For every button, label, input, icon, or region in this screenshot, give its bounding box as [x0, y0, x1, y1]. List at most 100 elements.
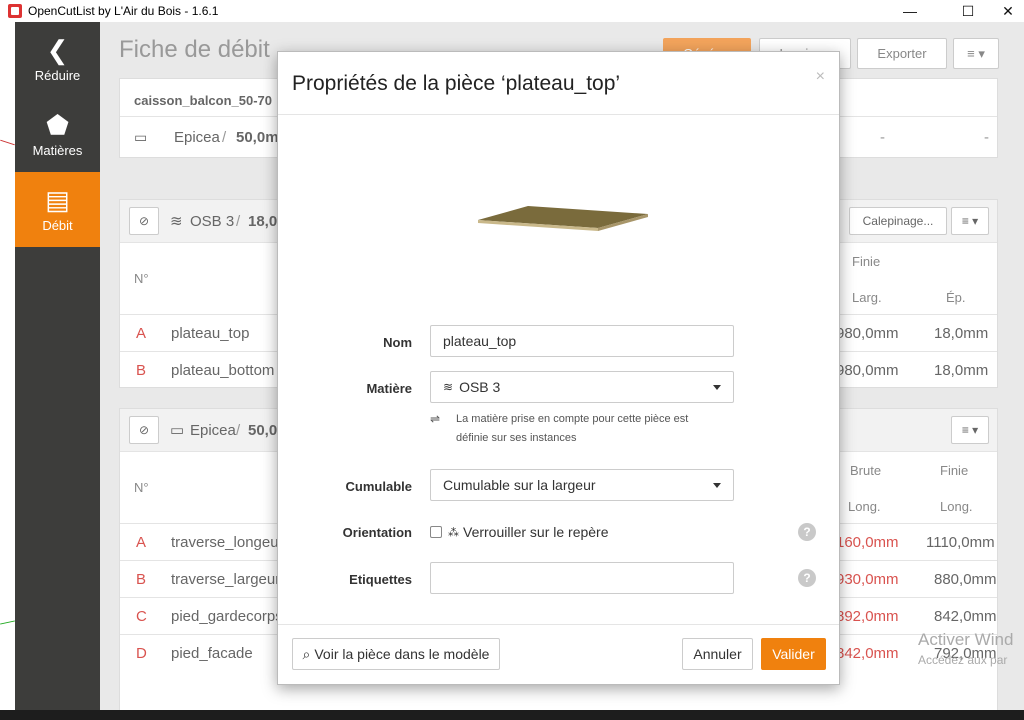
col-brute: Brute — [850, 462, 882, 478]
col-long: Long. — [848, 498, 881, 514]
col-num: N° — [134, 271, 149, 286]
col-finie: Finie — [940, 462, 969, 478]
sidebar-item-label: Matières — [32, 143, 83, 158]
sketchup-canvas[interactable] — [0, 22, 15, 712]
col-finie: Finie — [852, 253, 881, 269]
plank-icon: ▭ — [134, 129, 148, 145]
part-dim: 892,0mm — [836, 607, 899, 625]
col-larg: Larg. — [852, 289, 882, 305]
help-icon[interactable]: ? — [798, 523, 816, 541]
sidebar-item-label: Réduire — [34, 68, 81, 83]
part-name: plateau_top — [171, 324, 250, 342]
name-label: Nom — [383, 335, 412, 350]
axis-line-green — [0, 620, 15, 625]
cumulable-select-value: Cumulable sur la largeur — [443, 477, 596, 493]
layers-icon: ≋ — [443, 380, 454, 394]
part-letter: C — [136, 607, 147, 625]
part-3d-preview — [478, 206, 648, 231]
part-letter: A — [136, 324, 147, 342]
part-name: traverse_longeur — [171, 533, 284, 551]
lock-axes-label: Verrouiller sur le repère — [463, 524, 609, 540]
export-button[interactable]: Exporter — [857, 38, 947, 69]
minimize-button[interactable]: — — [887, 0, 933, 22]
summary-thickness: 50,0m — [236, 129, 279, 146]
part-dim: 18,0mm — [934, 324, 989, 342]
part-dim: 842,0mm — [934, 607, 997, 625]
material-select-value: OSB 3 — [459, 379, 501, 395]
part-dim: 930,0mm — [836, 570, 899, 588]
part-name: traverse_largeur — [171, 570, 281, 588]
material-help: ⇌ La matière prise en compte pour cette … — [430, 410, 720, 448]
chevron-down-icon — [713, 385, 721, 390]
main-menu-button[interactable]: ≡ ▾ — [953, 38, 999, 69]
part-letter: B — [136, 570, 147, 588]
hide-group-icon[interactable]: ⊘ — [129, 416, 159, 444]
part-dim: 842,0mm — [836, 644, 899, 662]
group-menu-button[interactable]: ≡ ▾ — [951, 416, 989, 444]
sidebar-item-label: Débit — [42, 218, 73, 233]
lock-axes-checkbox[interactable] — [430, 526, 442, 538]
material-label: Matière — [366, 381, 412, 396]
col-num: N° — [134, 480, 149, 495]
part-dim: 980,0mm — [836, 361, 899, 379]
part-letter: B — [136, 361, 147, 379]
window-titlebar: OpenCutList by L'Air du Bois - 1.6.1 — ☐… — [0, 0, 1024, 22]
axis-line-red — [0, 139, 15, 146]
hide-group-icon[interactable]: ⊘ — [129, 207, 159, 235]
material-select[interactable]: ≋ OSB 3 — [430, 371, 734, 403]
sidebar-item-reduce[interactable]: ❮ Réduire — [15, 22, 100, 97]
layers-icon: ≋ — [170, 213, 183, 230]
group-material: OSB 3 — [190, 212, 235, 230]
cancel-button[interactable]: Annuler — [682, 638, 753, 670]
close-icon[interactable]: × — [816, 68, 825, 86]
windows-activation-watermark: Activer Wind Accédez aux par — [918, 630, 1014, 667]
cumulable-label: Cumulable — [345, 479, 412, 494]
validate-button[interactable]: Valider — [761, 638, 826, 670]
dialog-title: Propriétés de la pièce ‘plateau_top’ — [292, 72, 621, 95]
model-name: caisson_balcon_50-70 — [134, 93, 273, 108]
name-input[interactable]: plateau_top — [430, 325, 734, 357]
group-thickness: 50,0 — [248, 421, 278, 439]
close-window-button[interactable]: ✕ — [985, 0, 1024, 22]
material-icon: ⬟ — [46, 110, 69, 140]
material-help-text: La matière prise en compte pour cette pi… — [456, 413, 689, 444]
axes-icon: ⁂ — [448, 526, 459, 539]
layout-button[interactable]: Calepinage... — [849, 207, 947, 235]
chevron-left-icon: ❮ — [46, 35, 69, 65]
window-title: OpenCutList by L'Air du Bois - 1.6.1 — [28, 4, 219, 18]
orientation-label: Orientation — [342, 525, 412, 540]
col-ep: Ép. — [946, 289, 966, 305]
info-icon: ⇌ — [430, 412, 441, 426]
chevron-down-icon — [713, 483, 721, 488]
cutlist-icon: ▤ — [45, 185, 70, 215]
divider — [278, 624, 839, 625]
summary-dash: - — [880, 129, 885, 146]
sidebar: ❮ Réduire ⬟ Matières ▤ Débit — [15, 22, 100, 712]
part-name: plateau_bottom — [171, 361, 275, 379]
help-icon[interactable]: ? — [798, 569, 816, 587]
sidebar-item-materials[interactable]: ⬟ Matières — [15, 97, 100, 172]
sidebar-item-cutlist[interactable]: ▤ Débit — [15, 172, 100, 247]
cumulable-select[interactable]: Cumulable sur la largeur — [430, 469, 734, 501]
summary-material: Epicea — [174, 129, 220, 146]
labels-input[interactable] — [430, 562, 734, 594]
part-dim: 880,0mm — [934, 570, 997, 588]
divider — [278, 114, 839, 115]
sketchup-app-icon — [8, 4, 22, 18]
windows-taskbar — [0, 710, 1024, 720]
part-dim: 18,0mm — [934, 361, 989, 379]
group-menu-button[interactable]: ≡ ▾ — [951, 207, 989, 235]
part-dim: 1110,0mm — [926, 533, 995, 551]
orientation-lock: ⁂ Verrouiller sur le repère — [430, 524, 609, 540]
part-letter: D — [136, 644, 147, 662]
search-icon: ⌕ — [302, 645, 311, 662]
labels-label: Etiquettes — [349, 572, 412, 587]
plank-icon: ▭ — [170, 422, 185, 439]
view-in-model-button[interactable]: ⌕ Voir la pièce dans le modèle — [292, 638, 500, 670]
part-dim: 980,0mm — [836, 324, 899, 342]
part-name: pied_facade — [171, 644, 253, 662]
part-dim: 160,0mm — [836, 533, 899, 551]
col-long: Long. — [940, 498, 973, 514]
summary-dash: - — [984, 129, 989, 146]
part-properties-dialog: Propriétés de la pièce ‘plateau_top’ × N… — [277, 51, 840, 685]
